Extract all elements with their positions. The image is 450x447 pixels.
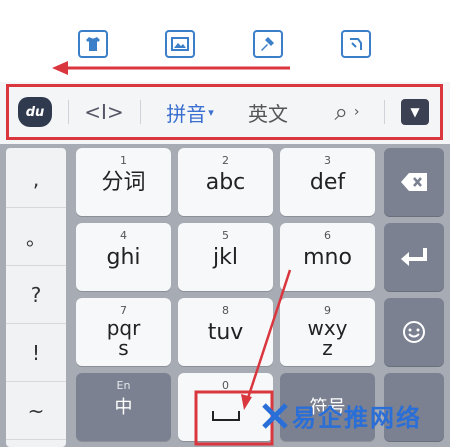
punct-key[interactable]: , xyxy=(6,150,66,208)
image-icon[interactable] xyxy=(165,30,195,58)
key-number: 4 xyxy=(120,229,127,242)
chevron-right-icon: › xyxy=(353,104,360,120)
tshirt-icon[interactable] xyxy=(78,30,108,58)
key-3[interactable]: 3 def xyxy=(280,148,375,216)
hammer-icon[interactable] xyxy=(253,30,283,58)
key-label: wxy z xyxy=(280,318,375,358)
baidu-logo-button[interactable]: du xyxy=(16,92,54,132)
enter-key[interactable] xyxy=(384,223,444,291)
key-label: mno xyxy=(303,245,352,270)
watermark: 易企推网络 xyxy=(262,398,422,433)
key-2[interactable]: 2 abc xyxy=(178,148,273,216)
key-8[interactable]: 8 tuv xyxy=(178,298,273,366)
key-number: 3 xyxy=(324,154,331,167)
punct-key[interactable]: ~ xyxy=(6,382,66,440)
key-label: pqr s xyxy=(76,318,171,358)
key-label: 中 xyxy=(114,397,133,418)
key-4[interactable]: 4 ghi xyxy=(76,223,171,291)
sickle-icon[interactable] xyxy=(341,30,371,58)
key-1[interactable]: 1 分词 xyxy=(76,148,171,216)
key-5[interactable]: 5 jkl xyxy=(178,223,273,291)
punct-key[interactable]: ! xyxy=(6,324,66,382)
watermark-logo-icon xyxy=(262,402,288,429)
smiley-icon xyxy=(403,321,425,343)
backspace-key[interactable] xyxy=(384,148,444,216)
key-number: 5 xyxy=(222,229,229,242)
space-bar-icon xyxy=(212,411,240,421)
key-label: 分词 xyxy=(101,170,146,195)
hide-keyboard-button[interactable]: ▼ xyxy=(398,92,432,132)
pinyin-label: 拼音 xyxy=(166,101,207,126)
key-label: def xyxy=(309,170,346,195)
emoji-key[interactable] xyxy=(384,298,444,366)
key-number: 2 xyxy=(222,154,229,167)
key-6[interactable]: 6 mno xyxy=(280,223,375,291)
punct-key[interactable]: 。 xyxy=(6,208,66,266)
key-number: En xyxy=(116,379,131,392)
key-7[interactable]: 7 pqr s xyxy=(76,298,171,366)
key-number: 1 xyxy=(120,154,127,167)
key-label: abc xyxy=(205,170,246,195)
divider xyxy=(384,100,385,124)
search-icon: ⌕ xyxy=(334,98,348,126)
chevron-down-icon: ▾ xyxy=(208,105,214,119)
key-number: 0 xyxy=(222,379,229,392)
skin-toolbar xyxy=(0,0,450,82)
key-label: jkl xyxy=(213,245,238,270)
key-9[interactable]: 9 wxy z xyxy=(280,298,375,366)
key-number: 6 xyxy=(324,229,331,242)
pinyin-mode-button[interactable]: 拼音 ▾ xyxy=(155,92,225,132)
divider xyxy=(140,100,141,124)
backspace-icon xyxy=(401,173,427,191)
divider xyxy=(68,100,69,124)
key-number: 8 xyxy=(222,304,229,317)
watermark-text: 易企推网络 xyxy=(292,404,422,432)
enter-icon xyxy=(401,248,427,266)
triangle-down-icon: ▼ xyxy=(401,99,429,125)
logo-badge: du xyxy=(18,97,52,127)
cursor-move-icon[interactable]: <I> xyxy=(84,92,123,132)
lang-switch-key[interactable]: En 中 xyxy=(76,373,171,441)
key-label: tuv xyxy=(207,320,244,345)
key-label-bottom: s xyxy=(118,336,129,360)
key-label: ghi xyxy=(106,245,141,270)
english-mode-button[interactable]: 英文 xyxy=(238,92,298,132)
search-button[interactable]: ⌕ › xyxy=(324,92,370,132)
space-key[interactable]: 0 xyxy=(178,373,273,441)
key-label-bottom: z xyxy=(322,336,333,360)
punct-key[interactable]: ? xyxy=(6,266,66,324)
